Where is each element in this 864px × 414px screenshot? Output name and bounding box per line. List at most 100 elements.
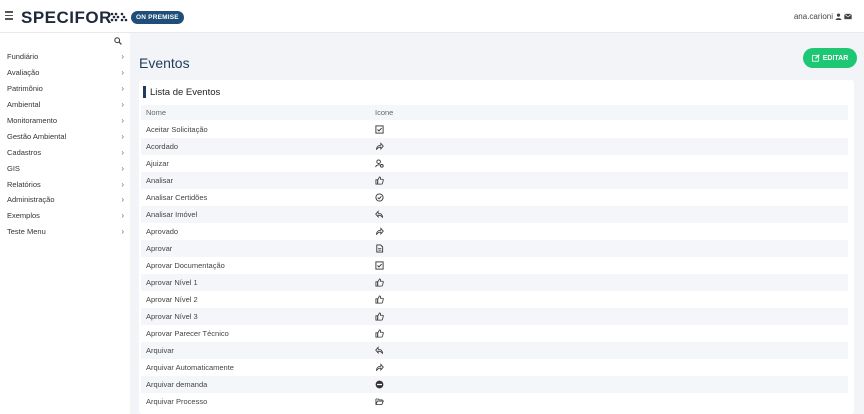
table-row[interactable]: Arquivar Processo bbox=[141, 393, 848, 410]
sidebar-item-exemplos[interactable]: Exemplos › bbox=[0, 208, 130, 224]
sidebar-item-monitoramento[interactable]: Monitoramento › bbox=[0, 113, 130, 129]
event-icon-cell bbox=[375, 312, 384, 321]
chevron-right-icon: › bbox=[121, 116, 124, 125]
sidebar-item-label: Ambiental bbox=[7, 100, 41, 110]
sidebar-item-fundiario[interactable]: Fundiário › bbox=[0, 49, 130, 65]
table-row[interactable]: Analisar bbox=[141, 172, 848, 189]
chevron-right-icon: › bbox=[121, 227, 124, 237]
sidebar-item-gis[interactable]: GIS › bbox=[0, 160, 130, 176]
page-title: Eventos bbox=[139, 55, 190, 71]
column-header-name[interactable]: Nome bbox=[141, 108, 375, 117]
table-row[interactable]: Arquivar bbox=[141, 342, 848, 359]
share-icon bbox=[375, 142, 384, 151]
sidebar-item-teste-menu[interactable]: Teste Menu › bbox=[0, 224, 130, 240]
chevron-right-icon: › bbox=[121, 100, 124, 110]
chevron-right-icon: › bbox=[121, 195, 124, 205]
event-icon-cell bbox=[375, 193, 384, 202]
event-icon-cell bbox=[375, 261, 384, 270]
card-header: Lista de Eventos bbox=[143, 86, 220, 98]
sidebar-item-gestao-ambiental[interactable]: Gestão Ambiental › bbox=[0, 128, 130, 144]
card-title: Lista de Eventos bbox=[150, 86, 221, 98]
table-row[interactable]: Analisar Imóvel bbox=[141, 206, 848, 223]
sidebar-item-label: Gestão Ambiental bbox=[7, 131, 67, 141]
sidebar: Fundiário › Avaliação › Patrimônio › Ambiental… bbox=[0, 33, 130, 414]
thumbs-up-icon bbox=[375, 295, 384, 304]
events-card: Lista de Eventos Nome Icone Aceitar Soli… bbox=[139, 80, 854, 414]
search-icon[interactable] bbox=[114, 37, 122, 45]
edit-button[interactable]: EDITAR bbox=[803, 48, 857, 68]
reply-icon bbox=[375, 210, 384, 219]
sidebar-item-patrimonio[interactable]: Patrimônio › bbox=[0, 81, 130, 97]
event-icon-cell bbox=[375, 159, 384, 168]
event-name: Arquivar bbox=[146, 346, 174, 355]
user-gear-icon bbox=[375, 159, 384, 168]
event-name: Aceitar Solicitação bbox=[146, 125, 208, 134]
user-icon[interactable] bbox=[835, 13, 842, 20]
folder-open-icon bbox=[375, 398, 384, 405]
event-icon-cell bbox=[375, 227, 384, 236]
menu-icon[interactable] bbox=[5, 11, 13, 20]
table-row[interactable]: Aprovar bbox=[141, 240, 848, 257]
event-name: Aprovar Parecer Técnico bbox=[146, 329, 229, 338]
event-name: Analisar Imóvel bbox=[146, 210, 198, 219]
sidebar-item-label: Teste Menu bbox=[7, 227, 46, 237]
table-row[interactable]: Acordado bbox=[141, 138, 848, 155]
minus-circle-icon bbox=[375, 380, 384, 389]
table-row[interactable]: Ajuizar bbox=[141, 155, 848, 172]
check-square-icon bbox=[375, 125, 384, 134]
share-icon bbox=[375, 363, 384, 372]
sidebar-item-administracao[interactable]: Administração › bbox=[0, 192, 130, 208]
sidebar-item-label: Monitoramento bbox=[7, 116, 58, 125]
check-circle-icon bbox=[375, 193, 384, 202]
event-icon-cell bbox=[375, 346, 384, 355]
event-icon-cell bbox=[375, 363, 384, 372]
sidebar-item-cadastros[interactable]: Cadastros › bbox=[0, 144, 130, 160]
event-name: Aprovar Nível 3 bbox=[146, 312, 198, 321]
chevron-right-icon: › bbox=[121, 211, 124, 221]
envelope-icon[interactable] bbox=[844, 13, 852, 20]
reply-icon bbox=[375, 346, 384, 355]
card-header-accent bbox=[143, 86, 146, 98]
sidebar-item-ambiental[interactable]: Ambiental › bbox=[0, 97, 130, 113]
top-bar: SPECIFOR ON PREMISE ana.carioni bbox=[0, 0, 864, 33]
column-header-icon[interactable]: Icone bbox=[375, 108, 393, 117]
table-row[interactable]: Aprovar Nível 2 bbox=[141, 291, 848, 308]
table-row[interactable]: Aceitar Solicitação bbox=[141, 121, 848, 138]
event-name: Aprovar Nível 2 bbox=[146, 295, 198, 304]
event-name: Analisar bbox=[146, 176, 174, 185]
table-row[interactable]: Arquivar demanda bbox=[141, 376, 848, 393]
table-row[interactable]: Aprovar Parecer Técnico bbox=[141, 325, 848, 342]
event-name: Aprovar Documentação bbox=[146, 261, 225, 270]
event-name: Arquivar Automaticamente bbox=[146, 363, 234, 372]
event-icon-cell bbox=[375, 397, 384, 406]
sidebar-item-label: Patrimônio bbox=[7, 84, 43, 94]
event-icon-cell bbox=[375, 329, 384, 338]
table-row[interactable]: Analisar Certidões bbox=[141, 189, 848, 206]
user-menu[interactable]: ana.carioni bbox=[794, 12, 852, 21]
chevron-right-icon: › bbox=[121, 84, 124, 94]
logo: SPECIFOR bbox=[21, 8, 112, 27]
table-row[interactable]: Aprovar Documentação bbox=[141, 257, 848, 274]
file-icon bbox=[376, 244, 384, 253]
event-icon-cell bbox=[375, 125, 384, 134]
table-row[interactable]: Aprovado bbox=[141, 223, 848, 240]
sidebar-item-label: Exemplos bbox=[7, 211, 40, 221]
sidebar-item-relatorios[interactable]: Relatórios › bbox=[0, 176, 130, 192]
sidebar-item-label: GIS bbox=[7, 163, 20, 173]
events-table-body: Aceitar Solicitação Acordado Ajuizar Analis… bbox=[141, 121, 848, 410]
table-row[interactable]: Arquivar Automaticamente bbox=[141, 359, 848, 376]
event-name: Aprovar bbox=[146, 244, 173, 253]
event-name: Arquivar Processo bbox=[146, 397, 208, 406]
event-icon-cell bbox=[375, 176, 384, 185]
thumbs-up-icon bbox=[375, 176, 384, 185]
thumbs-up-icon bbox=[375, 312, 384, 321]
sidebar-item-avaliacao[interactable]: Avaliação › bbox=[0, 65, 130, 81]
chevron-right-icon: › bbox=[121, 163, 124, 173]
event-icon-cell bbox=[375, 295, 384, 304]
table-row[interactable]: Aprovar Nível 1 bbox=[141, 274, 848, 291]
table-row[interactable]: Aprovar Nível 3 bbox=[141, 308, 848, 325]
chevron-right-icon: › bbox=[121, 179, 124, 189]
edit-icon bbox=[811, 54, 820, 62]
event-name: Ajuizar bbox=[146, 159, 169, 168]
event-icon-cell bbox=[375, 244, 384, 253]
